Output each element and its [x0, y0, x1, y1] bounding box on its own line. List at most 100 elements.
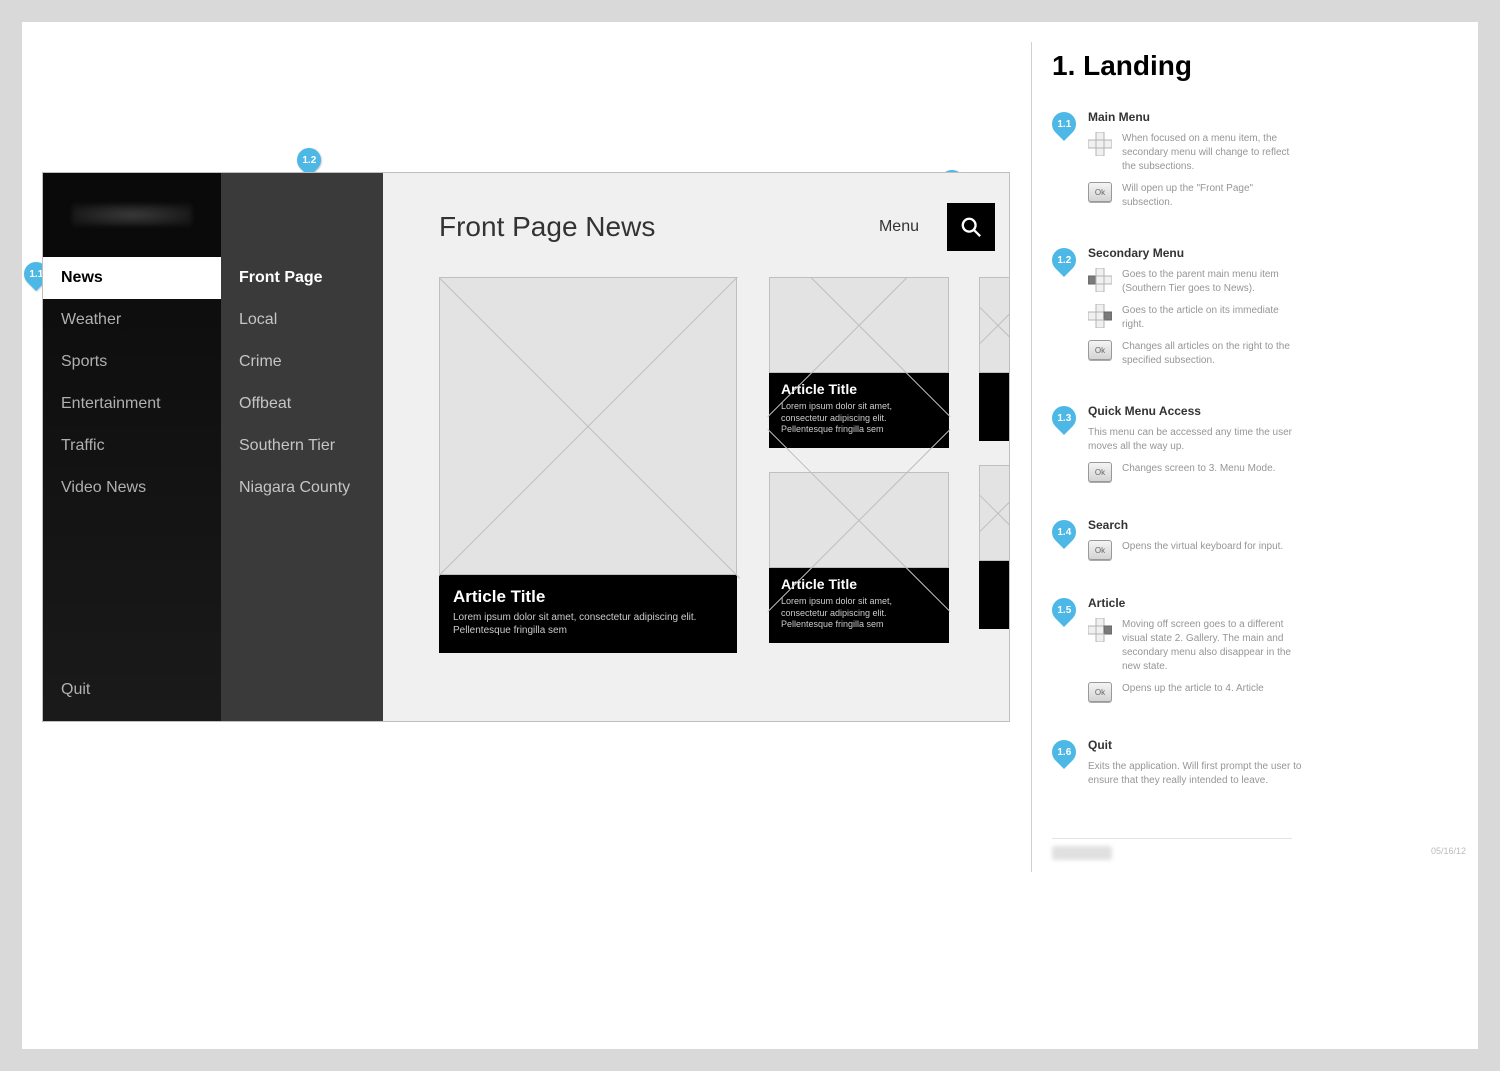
search-icon [960, 216, 982, 238]
logo-area [43, 173, 221, 257]
notes-title: 1. Landing [1052, 50, 1302, 82]
article-title: Article Title [781, 576, 937, 592]
list-item[interactable]: Article Title Lorem ipsum dolor sit amet… [769, 472, 949, 643]
note-row: Ok Will open up the "Front Page" subsect… [1088, 182, 1302, 210]
main-menu-item-video-news[interactable]: Video News [43, 467, 221, 509]
article-caption-clipped [979, 373, 1009, 441]
note-heading: Main Menu [1088, 110, 1302, 124]
lead-article-caption: Article Title Lorem ipsum dolor sit amet… [439, 575, 737, 653]
article-image [769, 472, 949, 568]
edge-article-list [979, 277, 1009, 629]
note-heading: Secondary Menu [1088, 246, 1302, 260]
content-area: Front Page News Menu Article Title Lorem… [383, 173, 1009, 721]
note-row-text: Opens up the article to 4. Article [1122, 682, 1302, 696]
list-item[interactable] [979, 277, 1009, 441]
secondary-menu-item-offbeat[interactable]: Offbeat [221, 383, 383, 425]
note-row-text: Moving off screen goes to a different vi… [1122, 618, 1302, 674]
note-heading: Quick Menu Access [1088, 404, 1302, 418]
note-description: This menu can be accessed any time the u… [1088, 426, 1302, 454]
note-marker: 1.3 [1047, 401, 1081, 435]
note-marker: 1.1 [1047, 107, 1081, 141]
main-menu-item-sports[interactable]: Sports [43, 341, 221, 383]
note-row-text: Changes all articles on the right to the… [1122, 340, 1302, 368]
secondary-menu-item-southern-tier[interactable]: Southern Tier [221, 425, 383, 467]
note-marker: 1.4 [1047, 515, 1081, 549]
search-button[interactable] [947, 203, 995, 251]
list-item[interactable] [979, 465, 1009, 629]
side-article-list: Article Title Lorem ipsum dolor sit amet… [769, 277, 949, 643]
footer-date: 05/16/12 [1431, 846, 1466, 856]
secondary-menu-item-local[interactable]: Local [221, 299, 383, 341]
secondary-menu: Front Page Local Crime Offbeat Southern … [221, 173, 383, 721]
logo-placeholder [72, 204, 192, 226]
main-menu-item-news[interactable]: News [43, 257, 221, 299]
article-image [769, 277, 949, 373]
footer-logo-placeholder [1052, 846, 1112, 860]
secondary-menu-item-front-page[interactable]: Front Page [221, 257, 383, 299]
page-title: Front Page News [439, 211, 879, 243]
article-image [979, 465, 1009, 561]
note-item: 1.1 Main Menu When focused on a menu ite… [1052, 110, 1302, 218]
article-summary: Lorem ipsum dolor sit amet, consectetur … [781, 596, 937, 631]
content-header: Front Page News Menu [383, 173, 1009, 261]
note-heading: Search [1088, 518, 1302, 532]
note-row: When focused on a menu item, the seconda… [1088, 132, 1302, 174]
footer-rule [1052, 838, 1292, 839]
secondary-menu-list: Front Page Local Crime Offbeat Southern … [221, 173, 383, 509]
note-row: Goes to the article on its immediate rig… [1088, 304, 1302, 332]
note-row: Ok Changes all articles on the right to … [1088, 340, 1302, 368]
note-item: 1.5 Article Moving off screen goes to a … [1052, 596, 1302, 710]
note-row-text: Changes screen to 3. Menu Mode. [1122, 462, 1302, 476]
main-menu-item-entertainment[interactable]: Entertainment [43, 383, 221, 425]
lead-article[interactable]: Article Title Lorem ipsum dolor sit amet… [439, 277, 737, 653]
note-marker: 1.2 [1047, 243, 1081, 277]
note-item: 1.3 Quick Menu Access This menu can be a… [1052, 404, 1302, 490]
notes-panel: 1. Landing 1.1 Main Menu When focused on… [1052, 50, 1302, 824]
article-summary: Lorem ipsum dolor sit amet, consectetur … [781, 401, 937, 436]
note-row: Ok Changes screen to 3. Menu Mode. [1088, 462, 1302, 482]
note-item: 1.2 Secondary Menu Goes to the parent ma… [1052, 246, 1302, 376]
quit-button[interactable]: Quit [61, 681, 90, 699]
dpad-icon [1088, 268, 1112, 292]
main-menu-item-weather[interactable]: Weather [43, 299, 221, 341]
content-body: Article Title Lorem ipsum dolor sit amet… [439, 277, 1009, 721]
ok-key-icon: Ok [1088, 182, 1112, 202]
secondary-menu-item-crime[interactable]: Crime [221, 341, 383, 383]
note-row-text: Goes to the article on its immediate rig… [1122, 304, 1302, 332]
main-menu-list: News Weather Sports Entertainment Traffi… [43, 257, 221, 509]
article-title: Article Title [781, 381, 937, 397]
dpad-icon [1088, 132, 1112, 156]
ok-key-icon: Ok [1088, 682, 1112, 702]
main-menu-item-traffic[interactable]: Traffic [43, 425, 221, 467]
note-marker: 1.6 [1047, 735, 1081, 769]
note-row-text: Opens the virtual keyboard for input. [1122, 540, 1302, 554]
app-mockup-frame: News Weather Sports Entertainment Traffi… [42, 172, 1010, 722]
lead-article-summary: Lorem ipsum dolor sit amet, consectetur … [453, 611, 723, 637]
lead-article-title: Article Title [453, 587, 723, 607]
main-menu: News Weather Sports Entertainment Traffi… [43, 173, 221, 721]
note-row: Ok Opens up the article to 4. Article [1088, 682, 1302, 702]
ok-key-icon: Ok [1088, 462, 1112, 482]
note-item: 1.6 Quit Exits the application. Will fir… [1052, 738, 1302, 796]
note-heading: Article [1088, 596, 1302, 610]
article-image [979, 277, 1009, 373]
note-marker: 1.5 [1047, 593, 1081, 627]
note-row: Goes to the parent main menu item (South… [1088, 268, 1302, 296]
article-caption: Article Title Lorem ipsum dolor sit amet… [769, 373, 949, 448]
notes-divider [1031, 42, 1032, 872]
list-item[interactable]: Article Title Lorem ipsum dolor sit amet… [769, 277, 949, 448]
secondary-menu-item-niagara-county[interactable]: Niagara County [221, 467, 383, 509]
note-row-text: Will open up the "Front Page" subsection… [1122, 182, 1302, 210]
dpad-icon [1088, 304, 1112, 328]
article-caption: Article Title Lorem ipsum dolor sit amet… [769, 568, 949, 643]
note-description: Exits the application. Will first prompt… [1088, 760, 1302, 788]
article-caption-clipped [979, 561, 1009, 629]
note-item: 1.4 Search Ok Opens the virtual keyboard… [1052, 518, 1302, 568]
lead-article-image [439, 277, 737, 575]
note-row: Moving off screen goes to a different vi… [1088, 618, 1302, 674]
note-row-text: Goes to the parent main menu item (South… [1122, 268, 1302, 296]
note-heading: Quit [1088, 738, 1302, 752]
dpad-icon [1088, 618, 1112, 642]
note-row-text: When focused on a menu item, the seconda… [1122, 132, 1302, 174]
quick-menu-button[interactable]: Menu [879, 218, 919, 236]
